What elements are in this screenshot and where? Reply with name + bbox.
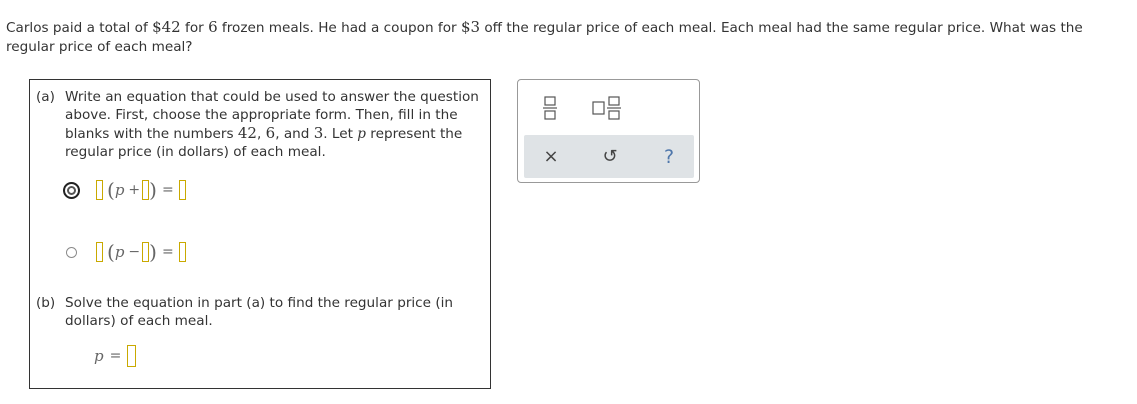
total-amount: $42 <box>152 18 181 36</box>
fraction-icon[interactable] <box>540 94 560 122</box>
part-a-label: (a) <box>36 89 55 105</box>
close-paren: ) <box>149 240 157 264</box>
variable-p: p <box>114 243 125 261</box>
undo-button[interactable]: ↺ <box>590 135 630 178</box>
option-1-radio[interactable] <box>63 181 80 199</box>
part-a-text: Write an equation that could be used to … <box>65 89 479 160</box>
meal-count: 6 <box>208 18 218 36</box>
part-b-answer-input[interactable] <box>127 345 137 367</box>
answer-box: (a) Write an equation that could be used… <box>29 79 491 389</box>
close-paren: ) <box>149 178 157 202</box>
minus-operator: − <box>128 244 141 260</box>
option-1-blank-multiplier[interactable] <box>96 180 103 200</box>
equals-sign: = <box>109 348 122 364</box>
part-b-label: (b) <box>36 295 56 311</box>
option-2-blank-result[interactable] <box>178 242 186 262</box>
open-paren: ( <box>107 178 115 202</box>
help-button[interactable]: ? <box>649 135 689 178</box>
coupon-amount: $3 <box>460 18 481 36</box>
mixed-number-icon[interactable] <box>590 94 624 122</box>
option-2-blank-multiplier[interactable] <box>96 242 103 262</box>
part-b-text: Solve the equation in part (a) to find t… <box>65 295 454 329</box>
equation-option-2[interactable]: ( p − ) = <box>66 242 186 262</box>
equation-option-1[interactable]: ( p + ) = <box>63 180 186 200</box>
option-2-radio[interactable] <box>66 246 77 258</box>
clear-button[interactable]: × <box>531 135 571 178</box>
option-1-blank-result[interactable] <box>178 180 186 200</box>
undo-icon: ↺ <box>602 146 618 167</box>
equals-sign: = <box>161 244 174 260</box>
plus-operator: + <box>128 182 141 198</box>
math-toolbar: × ↺ ? <box>517 79 700 183</box>
problem-text: frozen meals. He had a coupon for <box>217 20 461 36</box>
open-paren: ( <box>107 240 115 264</box>
option-1-blank-addend[interactable] <box>142 180 150 200</box>
variable-p: p <box>114 181 125 199</box>
equals-sign: = <box>161 182 174 198</box>
toolbar-actions: × ↺ ? <box>524 135 694 178</box>
problem-text: for <box>180 20 209 36</box>
problem-text: Carlos paid a total of <box>6 20 153 36</box>
option-2-blank-subtrahend[interactable] <box>142 242 150 262</box>
close-icon: × <box>543 146 559 167</box>
problem-statement: Carlos paid a total of $42 for 6 frozen … <box>6 18 1131 57</box>
variable-p: p <box>94 347 104 365</box>
help-icon: ? <box>663 145 675 168</box>
part-b-answer-row: p = <box>94 345 137 367</box>
